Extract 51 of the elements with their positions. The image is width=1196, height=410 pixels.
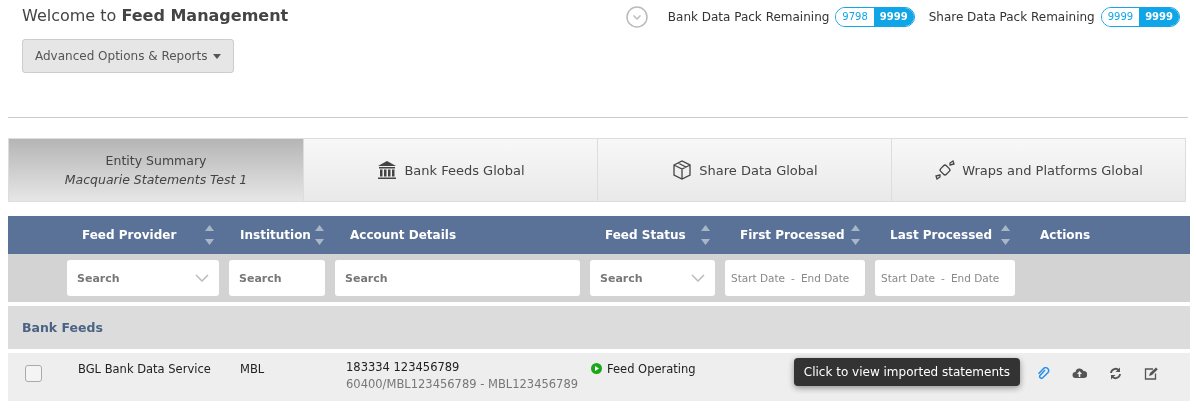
column-header: Feed Status — [605, 228, 686, 242]
pack-label: Share Data Pack Remaining — [928, 10, 1095, 24]
tab[interactable]: Entity Summary Macquarie Statements Test 1 — [9, 139, 303, 201]
pack-label: Bank Data Pack Remaining — [667, 10, 830, 24]
sort-icon[interactable] — [205, 224, 214, 246]
box-icon — [671, 159, 694, 181]
expand-icon[interactable] — [625, 6, 648, 28]
search-field[interactable]: Search — [335, 260, 580, 296]
sort-icon[interactable] — [701, 224, 710, 246]
caret-icon — [213, 53, 222, 59]
search-dropdown[interactable]: Search — [67, 260, 219, 296]
tooltip: Click to view imported statements — [793, 358, 1020, 386]
cloud-upload-icon[interactable] — [1072, 367, 1087, 379]
page-title: Welcome to Feed Management — [22, 6, 289, 25]
table-cell-text: MBL — [239, 361, 266, 378]
refresh-icon[interactable] — [1109, 367, 1122, 380]
group-title: Bank Feeds — [22, 320, 103, 335]
column-header: Account Details — [350, 228, 457, 242]
pack-counter: 9798 9999 — [835, 7, 915, 27]
range-separator: - — [791, 272, 795, 284]
sort-icon[interactable] — [851, 224, 860, 246]
candy-icon — [934, 159, 957, 181]
sort-icon[interactable] — [315, 224, 324, 246]
start-date-field[interactable]: Start Date — [731, 272, 786, 284]
pack-counter: 9999 9999 — [1100, 7, 1180, 27]
bank-building-icon — [376, 160, 399, 180]
end-date-field[interactable]: End Date — [950, 272, 1000, 284]
options-dropdown-button[interactable]: Advanced Options & Reports — [22, 39, 235, 73]
search-dropdown[interactable]: Search — [590, 260, 715, 296]
end-date-field[interactable]: End Date — [800, 272, 850, 284]
edit-icon[interactable] — [1144, 367, 1158, 380]
range-separator: - — [941, 272, 945, 284]
tab[interactable]: Bank Feeds Global — [303, 139, 597, 201]
search-field[interactable]: Search — [229, 260, 325, 296]
sort-icon[interactable] — [1001, 224, 1010, 246]
chevron-down-icon — [195, 274, 209, 282]
column-header: Feed Provider — [82, 228, 177, 242]
tab[interactable]: Wraps and Platforms Global — [891, 139, 1185, 201]
chevron-down-icon — [691, 274, 705, 282]
status-text: Feed Operating — [607, 362, 696, 376]
row-checkbox[interactable] — [25, 365, 42, 382]
tab[interactable]: Share Data Global — [597, 139, 891, 201]
start-date-field[interactable]: Start Date — [881, 272, 936, 284]
column-header: Institution — [240, 228, 311, 242]
column-header: First Processed — [740, 228, 845, 242]
table-cell-text: BGL Bank Data Service — [77, 361, 212, 378]
account-number: 183334 123456789 — [346, 360, 460, 374]
column-header: Actions — [1040, 228, 1091, 242]
account-reference: 60400/MBL123456789 - MBL123456789 — [346, 377, 579, 391]
column-header: Last Processed — [890, 228, 993, 242]
paperclip-icon[interactable] — [1036, 367, 1050, 381]
